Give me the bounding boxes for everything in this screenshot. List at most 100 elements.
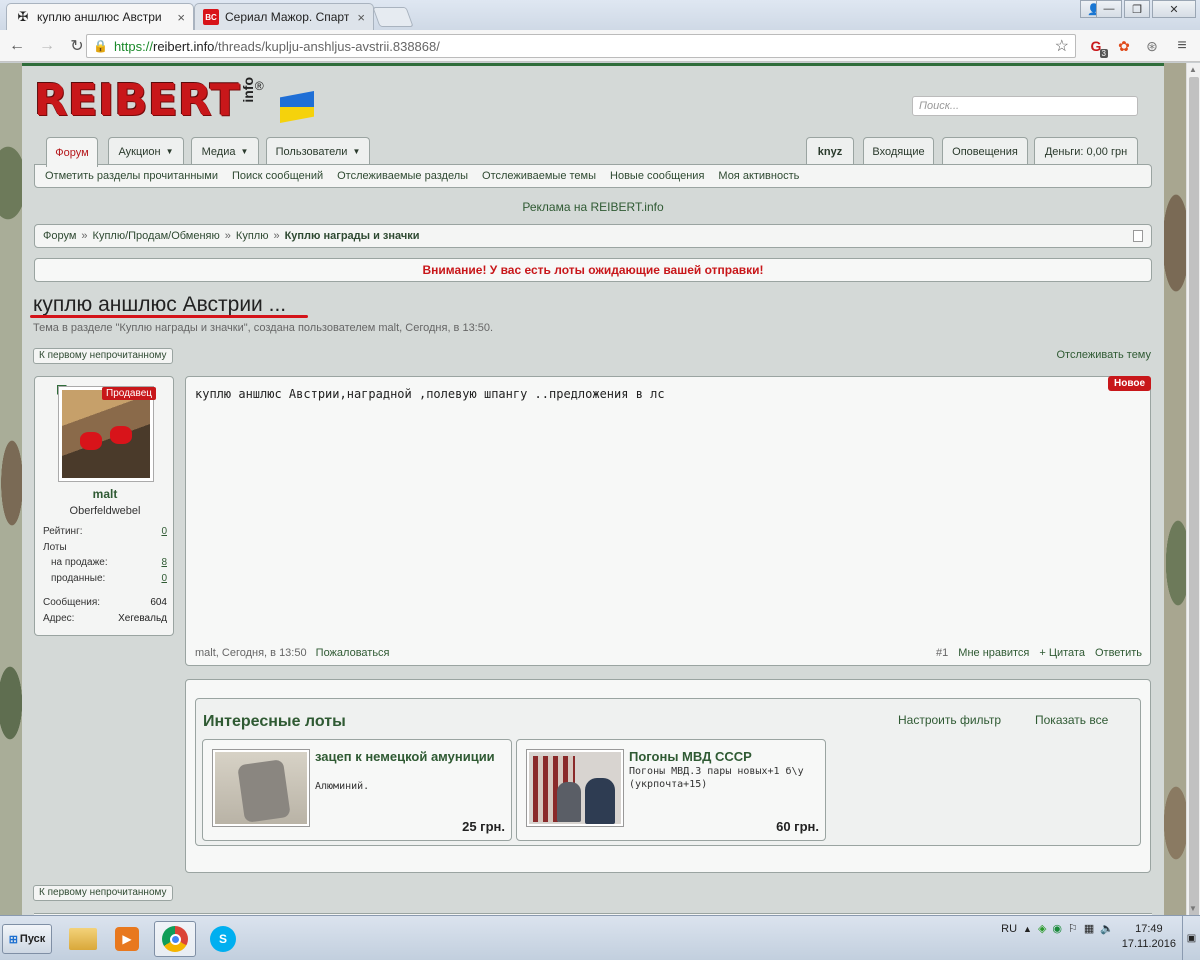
chevron-down-icon: ▼	[240, 147, 249, 156]
author-name[interactable]: malt	[35, 487, 175, 501]
restore-button[interactable]: ❐	[1124, 0, 1150, 18]
first-unread-button[interactable]: К первому непрочитанному	[33, 348, 173, 364]
forward-arrow-icon[interactable]: →	[34, 33, 60, 59]
subnav-watched-threads[interactable]: Отслеживаемые темы	[482, 170, 596, 182]
stat-label: Рейтинг:	[43, 526, 83, 537]
volume-icon[interactable]: 🔈	[1100, 922, 1114, 935]
lot-description: Погоны МВД.3 пары новых+1 б\у (укрпочта+…	[629, 766, 804, 790]
watch-thread-link[interactable]: Отслеживать тему	[1056, 349, 1151, 361]
breadcrumb-item[interactable]: Куплю/Продам/Обменяю	[93, 230, 220, 242]
stat-label: Сообщения:	[43, 597, 101, 608]
breadcrumb-separator: »	[224, 230, 231, 242]
subnav-new-posts[interactable]: Новые сообщения	[610, 170, 704, 182]
subnav-search-messages[interactable]: Поиск сообщений	[232, 170, 323, 182]
subnav-mark-read[interactable]: Отметить разделы прочитанными	[45, 170, 218, 182]
tab-media[interactable]: Медиа ▼	[191, 137, 259, 165]
lot-thumbnail[interactable]	[526, 749, 624, 827]
header-accent-bar	[22, 63, 1164, 66]
quote-link[interactable]: + Цитата	[1039, 647, 1085, 659]
tray-green-circle-icon[interactable]: ◉	[1052, 922, 1062, 935]
show-all-link[interactable]: Показать все	[1035, 713, 1108, 727]
inbox-tab[interactable]: Входящие	[863, 137, 934, 165]
search-input[interactable]: Поиск...	[912, 96, 1138, 116]
tab-title: куплю аншлюс Австрии	[37, 10, 161, 24]
tab-label: Пользователи	[275, 145, 348, 158]
close-window-button[interactable]: ✕	[1152, 0, 1196, 18]
lot-card[interactable]: Погоны МВД СССР Погоны МВД.3 пары новых+…	[516, 739, 826, 841]
back-arrow-icon[interactable]: ←	[4, 33, 30, 59]
media-player-icon[interactable]: ▶	[106, 921, 148, 957]
show-desktop-button[interactable]: ▣	[1182, 916, 1200, 960]
stat-value[interactable]: 0	[161, 526, 167, 537]
account-label: knyz	[817, 145, 843, 158]
configure-filter-link[interactable]: Настроить фильтр	[898, 713, 1001, 727]
puzzle-extension-icon[interactable]: ✿	[1114, 36, 1134, 56]
start-button[interactable]: ⊞ Пуск	[2, 924, 52, 954]
alerts-tab[interactable]: Оповещения	[942, 137, 1028, 165]
network-icon[interactable]: ▦	[1084, 922, 1094, 935]
breadcrumb-separator: »	[81, 230, 88, 242]
tray-expand-icon[interactable]: ▲	[1023, 924, 1032, 934]
subnav-watched-forums[interactable]: Отслеживаемые разделы	[337, 170, 468, 182]
flag-icon[interactable]: ⚐	[1068, 922, 1078, 935]
tab-users[interactable]: Пользователи ▼	[266, 137, 370, 165]
browser-tab[interactable]: BC Сериал Мажор. Спарта ×	[194, 3, 374, 30]
explorer-icon[interactable]	[62, 921, 104, 957]
subnav-my-activity[interactable]: Моя активность	[718, 170, 799, 182]
page-scrollbar[interactable]: ▲ ▼	[1186, 63, 1200, 917]
page-title: куплю аншлюс Австрии ...	[33, 293, 287, 316]
scroll-up-icon[interactable]: ▲	[1189, 65, 1197, 74]
stat-messages: Сообщения: 604	[43, 597, 167, 608]
site-logo[interactable]: REIBERT info ®	[34, 77, 264, 127]
lot-photo	[215, 752, 307, 824]
new-tab-button[interactable]	[372, 7, 414, 27]
money-tab[interactable]: Деньги: 0,00 грн	[1034, 137, 1138, 165]
stat-value[interactable]: 0	[161, 573, 167, 584]
tab-forum[interactable]: Форум	[46, 137, 98, 167]
lot-title[interactable]: Погоны МВД СССР	[629, 749, 819, 764]
lot-title[interactable]: зацеп к немецкой амуниции	[315, 749, 505, 764]
account-username[interactable]: knyz	[806, 137, 854, 165]
breadcrumb-item[interactable]: Куплю	[236, 230, 269, 242]
reply-link[interactable]: Ответить	[1095, 647, 1142, 659]
tab-label: Аукцион	[118, 145, 161, 158]
stat-address: Адрес: Хегевальд	[43, 613, 167, 624]
post-number[interactable]: #1	[936, 647, 948, 659]
address-bar[interactable]: 🔒 https:// reibert.info /threads/kuplju-…	[86, 34, 1076, 58]
tab-auction[interactable]: Аукцион ▼	[108, 137, 184, 165]
document-icon[interactable]	[1133, 230, 1143, 242]
lot-description: Алюминий.	[315, 781, 370, 792]
minimize-button[interactable]: —	[1096, 0, 1122, 18]
lot-thumbnail[interactable]	[212, 749, 310, 827]
close-tab-icon[interactable]: ×	[357, 10, 365, 25]
sync-extension-icon[interactable]: ⊛	[1142, 36, 1162, 56]
extension-icon[interactable]: G 3	[1086, 36, 1108, 58]
stat-value[interactable]: 8	[161, 557, 167, 568]
first-unread-button-bottom[interactable]: К первому непрочитанному	[33, 885, 173, 901]
language-indicator[interactable]: RU	[1001, 923, 1017, 935]
report-link[interactable]: Пожаловаться	[316, 647, 390, 659]
like-link[interactable]: Мне нравится	[958, 647, 1029, 659]
author-rank: Oberfeldwebel	[69, 505, 141, 517]
url-host: reibert.info	[152, 38, 215, 54]
chrome-icon[interactable]	[154, 921, 196, 957]
tray-green-icon[interactable]: ◈	[1038, 922, 1046, 935]
ad-link[interactable]: Реклама на REIBERT.info	[22, 200, 1164, 214]
clock[interactable]: 17:49 17.11.2016	[1122, 922, 1176, 952]
skype-icon[interactable]: S	[202, 921, 244, 957]
post-footer-meta: malt, Сегодня, в 13:50 Пожаловаться	[195, 647, 390, 659]
lot-card[interactable]: зацеп к немецкой амуниции Алюминий. 25 г…	[202, 739, 512, 841]
menu-icon[interactable]: ≡	[1172, 36, 1192, 56]
chevron-down-icon: ▼	[165, 147, 174, 156]
post-date[interactable]: malt, Сегодня, в 13:50	[195, 647, 307, 659]
scroll-down-icon[interactable]: ▼	[1189, 904, 1197, 913]
pending-lots-alert[interactable]: Внимание! У вас есть лоты ожидающие ваше…	[34, 258, 1152, 282]
breadcrumb-current[interactable]: Куплю награды и значки	[285, 230, 420, 242]
avatar[interactable]	[58, 386, 154, 482]
browser-tab-active[interactable]: ✠ куплю аншлюс Австрии ×	[6, 3, 194, 30]
bc-favicon-icon: BC	[203, 9, 219, 25]
scrollbar-thumb[interactable]	[1189, 77, 1199, 917]
breadcrumb-item[interactable]: Форум	[43, 230, 76, 242]
close-tab-icon[interactable]: ×	[177, 10, 185, 25]
bookmark-star-icon[interactable]: ☆	[1055, 36, 1069, 56]
